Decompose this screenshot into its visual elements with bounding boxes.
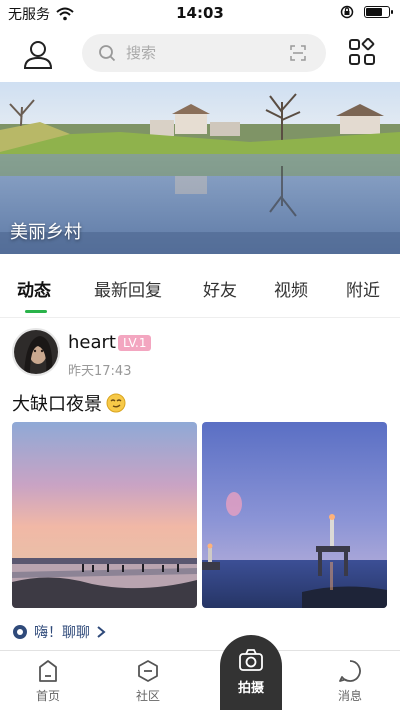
topic-icon <box>13 625 27 639</box>
nav-messages-label: 消息 <box>337 689 362 703</box>
tab-video[interactable]: 视频 <box>274 276 308 301</box>
home-icon <box>39 660 57 682</box>
post-tag[interactable]: 嗨！聊聊 <box>12 622 106 642</box>
sunset-beach-image <box>12 422 197 608</box>
camera-icon <box>239 649 263 671</box>
nav-camera-label: 拍摄 <box>237 681 264 696</box>
tab-latest-reply[interactable]: 最新回复 <box>94 276 162 301</box>
level-badge: LV.1 <box>118 335 152 351</box>
status-bar: 无服务 14:03 <box>0 0 400 26</box>
feed-tabs: 动态 最新回复 好友 视频 附近 <box>0 262 400 318</box>
banner[interactable]: 美丽乡村 <box>0 82 400 254</box>
search-input[interactable] <box>126 34 266 72</box>
status-right <box>340 5 393 19</box>
post-time: 昨天17:43 <box>68 364 132 379</box>
post-image-sunset[interactable] <box>12 422 197 608</box>
search-icon <box>99 45 116 62</box>
lighthouse-dusk-image <box>202 422 387 608</box>
post-tag-label: 嗨！聊聊 <box>34 625 90 641</box>
bottom-nav: 首页 社区 拍摄 消息 <box>0 635 400 710</box>
post-image-lighthouse[interactable] <box>202 422 387 608</box>
tab-dynamic[interactable]: 动态 <box>17 276 51 301</box>
post-text-row: 大缺口夜景 <box>12 390 126 416</box>
battery-icon <box>364 6 393 18</box>
community-icon <box>138 660 158 682</box>
person-icon[interactable] <box>22 38 54 70</box>
post-username[interactable]: heart <box>68 332 116 353</box>
search-box[interactable] <box>82 34 326 72</box>
rotation-lock-icon <box>340 5 354 19</box>
post-text: 大缺口夜景 <box>12 394 102 415</box>
nav-camera-button[interactable]: 拍摄 <box>220 635 282 710</box>
nav-community[interactable]: 社区 <box>118 659 178 704</box>
nav-community-label: 社区 <box>135 689 160 703</box>
top-nav <box>0 26 400 82</box>
tab-nearby[interactable]: 附近 <box>346 276 380 301</box>
smirk-emoji-icon <box>106 393 126 413</box>
nav-home[interactable]: 首页 <box>18 659 78 704</box>
apps-grid-icon[interactable] <box>348 38 376 66</box>
chevron-right-icon <box>97 626 106 638</box>
avatar[interactable] <box>12 328 60 376</box>
avatar-image <box>14 330 58 374</box>
message-icon <box>339 660 361 682</box>
post-card[interactable]: heart LV.1 昨天17:43 大缺口夜景 嗨！聊聊 <box>0 318 400 648</box>
tab-friends[interactable]: 好友 <box>203 276 237 301</box>
banner-title: 美丽乡村 <box>10 222 82 243</box>
battery-level-fill <box>366 8 382 16</box>
active-tab-indicator <box>25 310 47 313</box>
nav-home-label: 首页 <box>35 689 60 703</box>
scan-icon[interactable] <box>290 45 306 61</box>
nav-messages[interactable]: 消息 <box>320 659 380 704</box>
